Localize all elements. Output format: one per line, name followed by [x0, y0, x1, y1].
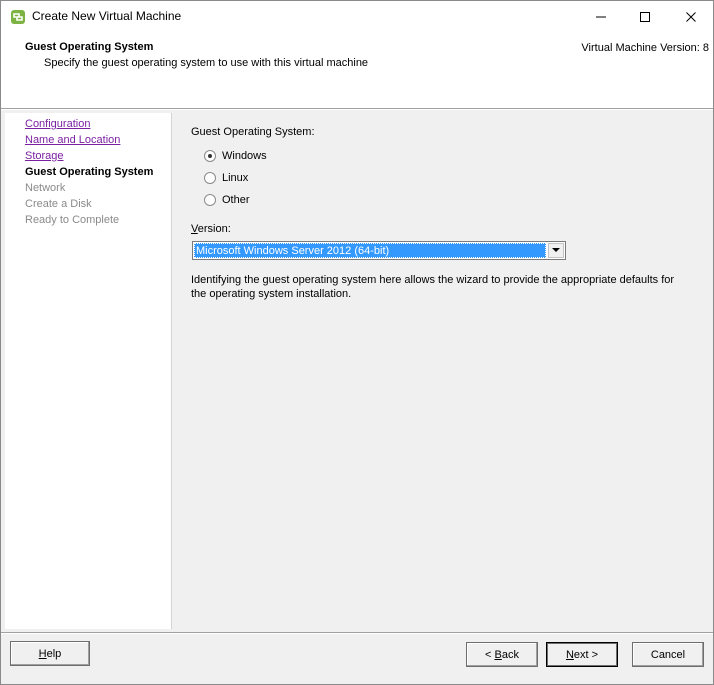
- close-button[interactable]: [668, 1, 714, 32]
- step-guest-operating-system: Guest Operating System: [25, 166, 154, 178]
- step-storage[interactable]: Storage: [25, 149, 64, 163]
- dropdown-arrow-button[interactable]: [548, 243, 564, 258]
- radio-button[interactable]: [204, 194, 216, 206]
- minimize-icon: [596, 16, 606, 17]
- wizard-window: Create New Virtual Machine Guest Operati…: [0, 0, 714, 685]
- step-name-and-location[interactable]: Name and Location: [25, 133, 120, 147]
- radio-linux[interactable]: Linux: [204, 172, 248, 184]
- close-icon: [686, 11, 696, 22]
- content-area: Configuration Name and Location Storage …: [1, 110, 713, 632]
- radio-button-checked[interactable]: [204, 150, 216, 162]
- maximize-button[interactable]: [622, 1, 668, 32]
- radio-other[interactable]: Other: [204, 194, 250, 206]
- guest-os-help-text: Identifying the guest operating system h…: [191, 274, 675, 300]
- main-panel: Guest Operating System: Windows Linux Ot…: [191, 110, 711, 630]
- minimize-button[interactable]: [578, 1, 624, 32]
- guest-os-label: Guest Operating System:: [191, 126, 315, 138]
- step-network: Network: [25, 182, 66, 194]
- step-create-a-disk: Create a Disk: [25, 198, 92, 210]
- cancel-button[interactable]: Cancel: [632, 642, 704, 667]
- vm-version-label: Virtual Machine Version: 8: [581, 42, 709, 54]
- page-title: Guest Operating System: [25, 41, 154, 53]
- wizard-header: Guest Operating System Specify the guest…: [1, 32, 713, 108]
- step-ready-to-complete: Ready to Complete: [25, 214, 120, 226]
- chevron-down-icon: [552, 248, 560, 252]
- back-button[interactable]: < Back: [466, 642, 538, 667]
- radio-windows[interactable]: Windows: [204, 150, 267, 162]
- page-subtitle: Specify the guest operating system to us…: [44, 57, 369, 69]
- title-bar: Create New Virtual Machine: [1, 1, 713, 32]
- next-button[interactable]: Next >: [546, 642, 618, 667]
- window-title: Create New Virtual Machine: [32, 9, 182, 23]
- version-label: Version:: [191, 223, 231, 235]
- maximize-icon: [640, 11, 650, 22]
- wizard-footer: Help < Back Next > Cancel: [1, 634, 713, 684]
- help-button[interactable]: Help: [10, 641, 90, 666]
- version-selected-value: Microsoft Windows Server 2012 (64-bit): [194, 243, 546, 258]
- vsphere-app-icon: [10, 9, 26, 25]
- step-configuration[interactable]: Configuration: [25, 117, 90, 131]
- radio-other-label: Other: [222, 194, 250, 206]
- radio-linux-label: Linux: [222, 172, 249, 184]
- radio-button[interactable]: [204, 172, 216, 184]
- wizard-steps-panel: Configuration Name and Location Storage …: [5, 113, 172, 629]
- version-dropdown[interactable]: Microsoft Windows Server 2012 (64-bit): [192, 241, 566, 260]
- radio-windows-label: Windows: [222, 150, 267, 162]
